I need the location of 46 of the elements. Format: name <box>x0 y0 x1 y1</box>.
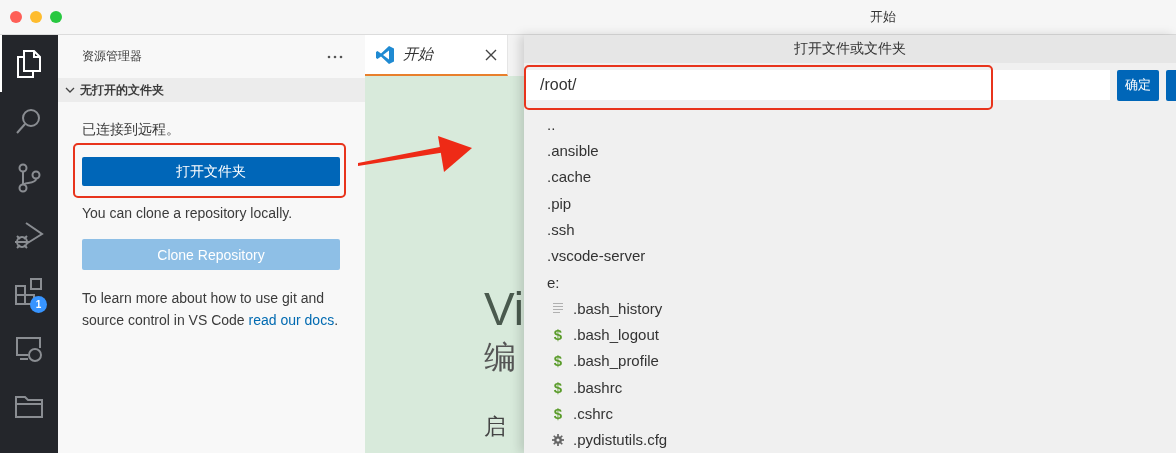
hint-text: You can clone a repository locally. <box>82 204 293 223</box>
folder-entry[interactable]: .ansible <box>547 142 599 160</box>
folder-entry[interactable]: .. <box>547 115 556 133</box>
welcome-heading: Vi <box>484 282 525 337</box>
run-debug-icon <box>14 219 44 250</box>
close-icon[interactable] <box>485 48 497 61</box>
sidebar-title: 资源管理器 <box>82 48 142 65</box>
search-icon <box>15 106 43 135</box>
file-entry[interactable]: .bash_logout <box>573 326 659 344</box>
path-input[interactable]: /root/ <box>524 70 1111 101</box>
close-window-button[interactable] <box>10 11 22 23</box>
file-entry[interactable]: .pydistutils.cfg <box>573 431 668 449</box>
file-entry[interactable]: .bash_profile <box>573 352 659 370</box>
gear-icon <box>552 432 564 447</box>
file-entry[interactable]: .cshrc <box>573 405 613 423</box>
folder-entry[interactable]: .pip <box>547 194 572 212</box>
section-header[interactable]: 无打开的文件夹 <box>58 78 365 102</box>
folder-entry[interactable]: e: <box>547 273 560 291</box>
window-title: 开始 <box>870 8 896 26</box>
section-title: 无打开的文件夹 <box>80 81 164 99</box>
confirm-button[interactable]: 确定 <box>1117 69 1160 101</box>
dollar-icon: $ <box>553 378 563 396</box>
more-icon[interactable] <box>327 54 343 59</box>
folder-entry[interactable]: .ssh <box>547 220 575 238</box>
dialog-title: 打开文件或文件夹 <box>794 40 906 59</box>
dialog-button[interactable] <box>1166 69 1176 101</box>
app-logo-icon <box>375 44 395 65</box>
branch-icon <box>16 162 42 193</box>
welcome-subheading: 编 <box>484 338 516 377</box>
file-entry[interactable]: .bash_history <box>573 299 663 317</box>
help-paragraph: To learn more about how to use git and source control in VS Code read our docs. <box>82 289 340 330</box>
section-heading: 启 <box>484 413 506 441</box>
folder-entry[interactable]: .vscode-server <box>547 247 646 265</box>
text-file-icon <box>552 302 564 315</box>
remote-monitor-icon <box>14 334 44 363</box>
count-badge: 1 <box>30 296 47 313</box>
open-folder-button[interactable]: 打开文件夹 <box>82 157 340 186</box>
status-text: 已连接到远程。 <box>82 120 180 139</box>
folder-entry[interactable]: .cache <box>547 168 592 186</box>
file-entry[interactable]: .bashrc <box>573 378 623 396</box>
extensions-icon <box>14 276 44 307</box>
editor-tab[interactable]: 开始 <box>365 35 508 76</box>
dollar-icon: $ <box>553 352 563 370</box>
files-icon <box>15 48 43 79</box>
dollar-icon: $ <box>553 326 563 344</box>
dollar-icon: $ <box>553 405 563 423</box>
